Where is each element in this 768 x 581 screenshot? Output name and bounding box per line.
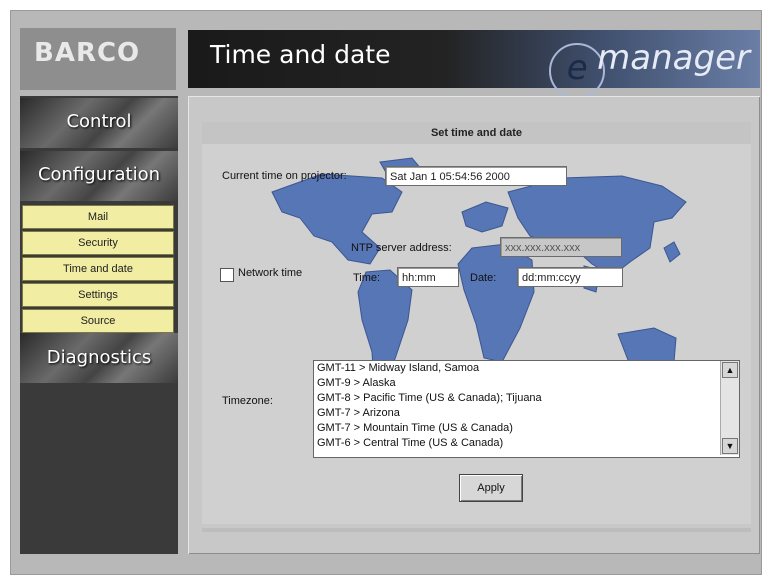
emanager-text: manager — [597, 38, 750, 78]
panel-heading: Set time and date — [202, 122, 751, 144]
date-field[interactable]: dd:mm:ccyy — [517, 267, 623, 287]
divider — [202, 528, 751, 532]
date-label: Date: — [470, 272, 497, 284]
apply-button[interactable]: Apply — [459, 474, 523, 502]
time-date-panel: Set time and date Current time on projec… — [202, 122, 751, 524]
scroll-down-icon[interactable]: ▼ — [722, 438, 738, 454]
current-time-field: Sat Jan 1 05:54:56 2000 — [385, 166, 567, 186]
barco-logo: BARCO — [34, 38, 141, 68]
nav-configuration[interactable]: Configuration — [20, 151, 178, 201]
nav-control-label: Control — [66, 111, 132, 132]
timezone-option[interactable]: GMT-7 > Mountain Time (US & Canada) — [314, 421, 739, 436]
timezone-scrollbar[interactable]: ▲ ▼ — [720, 361, 739, 455]
nav-diagnostics[interactable]: Diagnostics — [20, 333, 178, 383]
sidebar: Control Configuration Mail Security Time… — [20, 96, 178, 554]
nav-control[interactable]: Control — [20, 98, 178, 148]
network-time-checkbox[interactable] — [220, 268, 234, 282]
page-title: Time and date — [210, 40, 391, 69]
submenu-item-settings[interactable]: Settings — [22, 283, 174, 307]
current-time-label: Current time on projector: — [222, 170, 347, 182]
timezone-option[interactable]: GMT-11 > Midway Island, Samoa — [314, 361, 739, 376]
content-area: Set time and date Current time on projec… — [188, 96, 760, 554]
nav-configuration-label: Configuration — [37, 164, 161, 185]
timezone-option[interactable]: GMT-8 > Pacific Time (US & Canada); Tiju… — [314, 391, 739, 406]
timezone-option[interactable]: GMT-7 > Arizona — [314, 406, 739, 421]
time-field[interactable]: hh:mm — [397, 267, 459, 287]
timezone-label: Timezone: — [222, 395, 273, 407]
submenu-item-mail[interactable]: Mail — [22, 205, 174, 229]
configuration-submenu: Mail Security Time and date Settings Sou… — [22, 205, 174, 335]
scroll-up-icon[interactable]: ▲ — [722, 362, 738, 378]
ntp-server-label: NTP server address: — [351, 242, 452, 254]
emanager-logo: e manager — [549, 38, 750, 99]
submenu-item-source[interactable]: Source — [22, 309, 174, 333]
timezone-option[interactable]: GMT-9 > Alaska — [314, 376, 739, 391]
page-header: Time and date e manager — [188, 30, 760, 99]
time-label: Time: — [353, 272, 381, 284]
ntp-server-field[interactable]: xxx.xxx.xxx.xxx — [500, 237, 622, 257]
nav-diagnostics-label: Diagnostics — [46, 347, 152, 368]
logo-area: BARCO — [20, 28, 176, 90]
timezone-option[interactable]: GMT-6 > Central Time (US & Canada) — [314, 436, 739, 451]
submenu-item-time-and-date[interactable]: Time and date — [22, 257, 174, 281]
timezone-listbox[interactable]: GMT-11 > Midway Island, Samoa GMT-9 > Al… — [313, 360, 740, 458]
network-time-label: Network time — [238, 267, 303, 279]
submenu-item-security[interactable]: Security — [22, 231, 174, 255]
